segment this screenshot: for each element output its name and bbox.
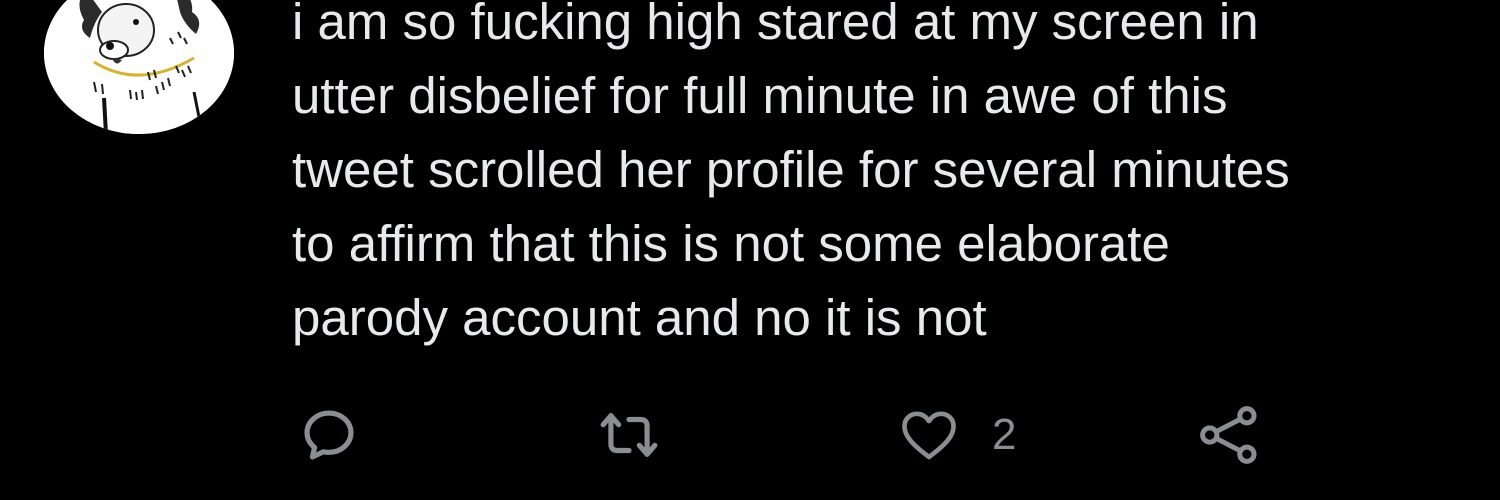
- like-button[interactable]: 2: [898, 400, 1016, 470]
- avatar[interactable]: [44, 0, 234, 134]
- tweet-actions: 2: [0, 400, 1500, 470]
- tweet-text-line: utter disbelief for full minute in awe o…: [292, 67, 1228, 124]
- like-count: 2: [992, 410, 1017, 459]
- retweet-button[interactable]: [592, 400, 666, 470]
- dog-avatar-icon: [44, 0, 234, 134]
- tweet-text: i am so fucking high stared at my screen…: [292, 0, 1472, 355]
- reply-button[interactable]: [298, 400, 360, 470]
- tweet: i am so fucking high stared at my screen…: [0, 0, 1500, 500]
- retweet-icon: [600, 413, 658, 457]
- share-button[interactable]: [1196, 400, 1262, 470]
- tweet-text-line: to affirm that this is not some elaborat…: [292, 215, 1170, 272]
- reply-icon: [304, 410, 354, 460]
- tweet-text-line: i am so fucking high stared at my screen…: [292, 0, 1259, 50]
- tweet-text-line: tweet scrolled her profile for several m…: [292, 141, 1290, 198]
- share-icon: [1200, 406, 1257, 464]
- heart-icon: [902, 411, 956, 460]
- tweet-text-line: parody account and no it is not: [292, 289, 987, 346]
